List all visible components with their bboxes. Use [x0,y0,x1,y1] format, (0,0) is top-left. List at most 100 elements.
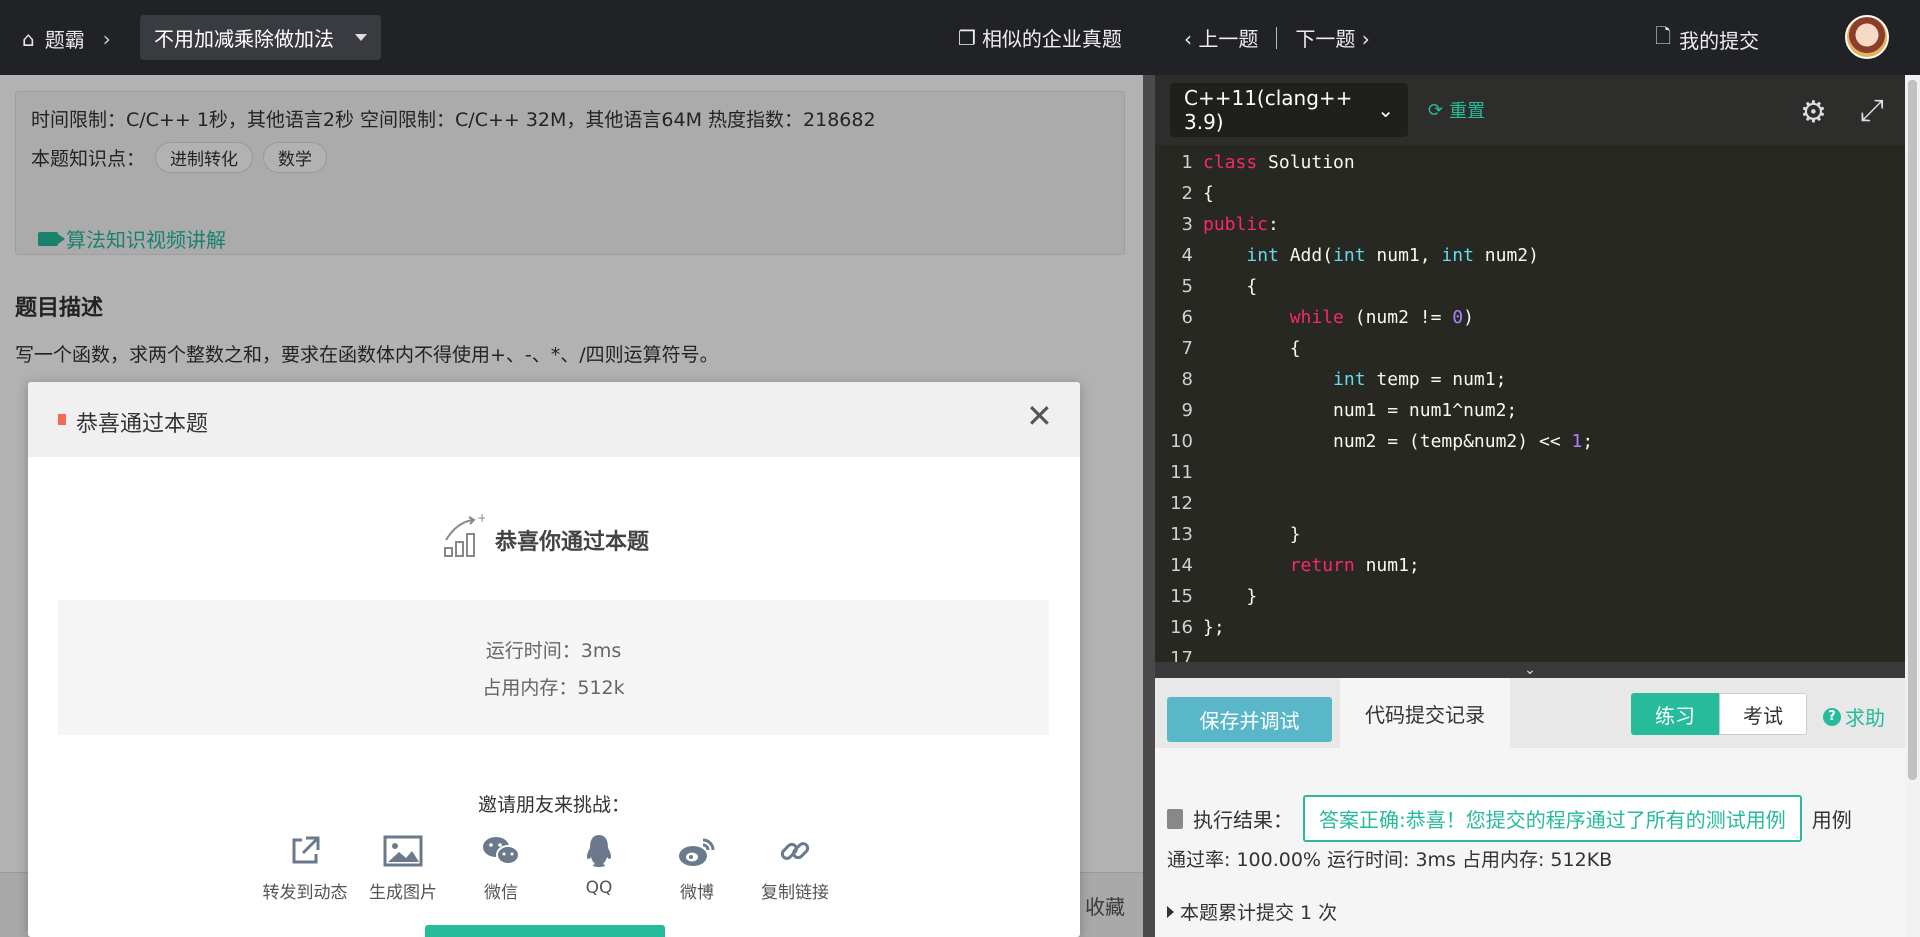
run-stats: 通过率: 100.00% 运行时间: 3ms 占用内存: 512KB [1167,849,1613,871]
practice-mode-button[interactable]: 练习 [1631,693,1719,735]
my-submission-label: 我的提交 [1679,28,1760,53]
fullscreen-icon[interactable]: ⤢ [1860,93,1884,128]
code-editor[interactable]: 1 class Solution 2{3 public: 4 int Add(int n… [1155,145,1905,737]
similar-problems-link[interactable]: ❐ 相似的企业真题 [958,23,1122,52]
document-icon: 🗋 [1655,24,1672,48]
code-line[interactable]: 3 public: [1155,209,1905,240]
weibo-icon [648,832,746,870]
tab-submission-history[interactable]: 代码提交记录 [1340,678,1510,748]
share-label: 转发到动态 [262,883,348,903]
share-wechat-button[interactable]: 微信 [452,832,550,903]
clipboard-icon [1167,808,1183,829]
page-scrollbar[interactable] [1905,75,1920,937]
close-icon[interactable]: ✕ [1026,400,1053,432]
code-line[interactable]: 1 class Solution [1155,147,1905,178]
congrats-text: 恭喜你通过本题 [495,530,650,555]
code-text: }; [1203,617,1225,638]
home-link[interactable]: ⌂ 题霸 › [22,24,111,53]
reset-button[interactable]: ⟳ 重置 [1428,97,1485,123]
language-select[interactable]: C++11(clang++ 3.9) ⌄ [1170,83,1408,137]
result-stats-box: 运行时间：3ms 占用内存：512k [58,600,1049,735]
code-text: int temp = num1; [1333,369,1507,390]
editor-panel: C++11(clang++ 3.9) ⌄ ⟳ 重置 ⚙ ⤢ 1 class Sol… [1155,75,1905,937]
code-line[interactable]: 10 num2 = (temp&num2) << 1; [1155,426,1905,457]
share-repost-button[interactable]: 转发到动态 [256,832,354,903]
modal-primary-button[interactable] [425,925,665,937]
similar-label: 相似的企业真题 [981,27,1122,51]
code-line[interactable]: 12 [1155,488,1905,519]
code-line[interactable]: 6 while (num2 != 0) [1155,302,1905,333]
share-label: 微博 [680,883,714,903]
code-text: return num1; [1289,555,1420,576]
problem-selector-dropdown[interactable]: 不用加减乘除做加法 [140,15,381,60]
link-icon [746,832,844,870]
my-submissions-link[interactable]: 🗋 我的提交 [1655,22,1759,56]
home-icon: ⌂ [22,26,35,51]
code-line[interactable]: 4 int Add(int num1, int num2) [1155,240,1905,271]
gear-icon[interactable]: ⚙ [1800,95,1827,130]
code-text: class Solution [1203,152,1355,173]
save-debug-button[interactable]: 保存并调试 [1167,697,1332,742]
next-problem-link[interactable]: 下一题 › [1295,23,1369,52]
svg-text:+: + [477,512,485,525]
code-line[interactable]: 14 return num1; [1155,550,1905,581]
code-line[interactable]: 5 { [1155,271,1905,302]
code-text: { [1203,338,1301,359]
code-text: int Add(int num1, int num2) [1246,245,1539,266]
line-number: 13 [1170,524,1193,545]
copy-link-button[interactable]: 复制链接 [746,832,844,903]
result-status: 答案正确:恭喜！您提交的程序通过了所有的测试用例 [1303,795,1802,842]
console-tab-bar: 保存并调试 代码提交记录 练习 考试 ? 求助 [1155,678,1905,748]
share-label: QQ [585,878,613,898]
result-suffix: 用例 [1811,808,1852,832]
share-options: 转发到动态 生成图片 微信 QQ 微博 复制链接 [256,832,844,903]
line-number: 2 [1181,183,1193,204]
code-text: while (num2 != 0) [1289,307,1474,328]
code-line[interactable]: 7 { [1155,333,1905,364]
language-value: C++11(clang++ 3.9) [1184,86,1353,134]
cumulative-submissions-toggle[interactable]: 本题累计提交 1 次 [1167,898,1337,925]
next-label: 下一题 [1295,27,1356,51]
share-label: 生成图片 [369,883,437,903]
code-line[interactable]: 2{ [1155,178,1905,209]
caret-down-icon [355,34,367,41]
help-link[interactable]: ? 求助 [1823,702,1885,731]
code-text: num2 = (temp&num2) << 1; [1203,431,1594,452]
chevron-down-icon: ⌄ [1524,662,1536,678]
code-text: } [1203,524,1301,545]
code-text: { [1203,183,1214,204]
code-line[interactable]: 9 num1 = num1^num2; [1155,395,1905,426]
code-line[interactable]: 15 } [1155,581,1905,612]
memory-text: 占用内存：512k [482,677,625,699]
scrollbar-thumb[interactable] [1908,80,1917,780]
code-line[interactable]: 8 int temp = num1; [1155,364,1905,395]
line-number: 4 [1181,245,1193,266]
prev-label: 上一题 [1198,27,1259,51]
share-label: 复制链接 [761,883,829,903]
exam-mode-button[interactable]: 考试 [1719,693,1807,735]
code-line[interactable]: 13 } [1155,519,1905,550]
code-line[interactable]: 11 [1155,457,1905,488]
line-number: 15 [1170,586,1193,607]
nav-separator [1276,26,1278,49]
line-number: 5 [1181,276,1193,297]
code-line[interactable]: 16}; [1155,612,1905,643]
line-number: 11 [1170,462,1193,483]
qq-icon [550,832,648,870]
question-icon: ? [1823,707,1841,726]
runtime-text: 运行时间：3ms [485,640,622,662]
collapse-toggle[interactable]: ⌄ [1155,662,1905,678]
panel-splitter[interactable] [1143,75,1155,937]
prev-next-nav: ‹ 上一题 下一题 › [1184,23,1370,52]
prev-problem-link[interactable]: ‹ 上一题 [1184,23,1258,52]
chevron-down-icon: ⌄ [1377,98,1394,122]
line-number: 3 [1181,214,1193,235]
share-image-button[interactable]: 生成图片 [354,832,452,903]
modal-header: 恭喜通过本题 ✕ [28,382,1080,457]
share-weibo-button[interactable]: 微博 [648,832,746,903]
line-number: 14 [1170,555,1193,576]
cumulative-label: 本题累计提交 1 次 [1180,902,1338,924]
avatar[interactable] [1845,15,1889,59]
title-marker [58,414,66,425]
share-qq-button[interactable]: QQ [550,832,648,903]
